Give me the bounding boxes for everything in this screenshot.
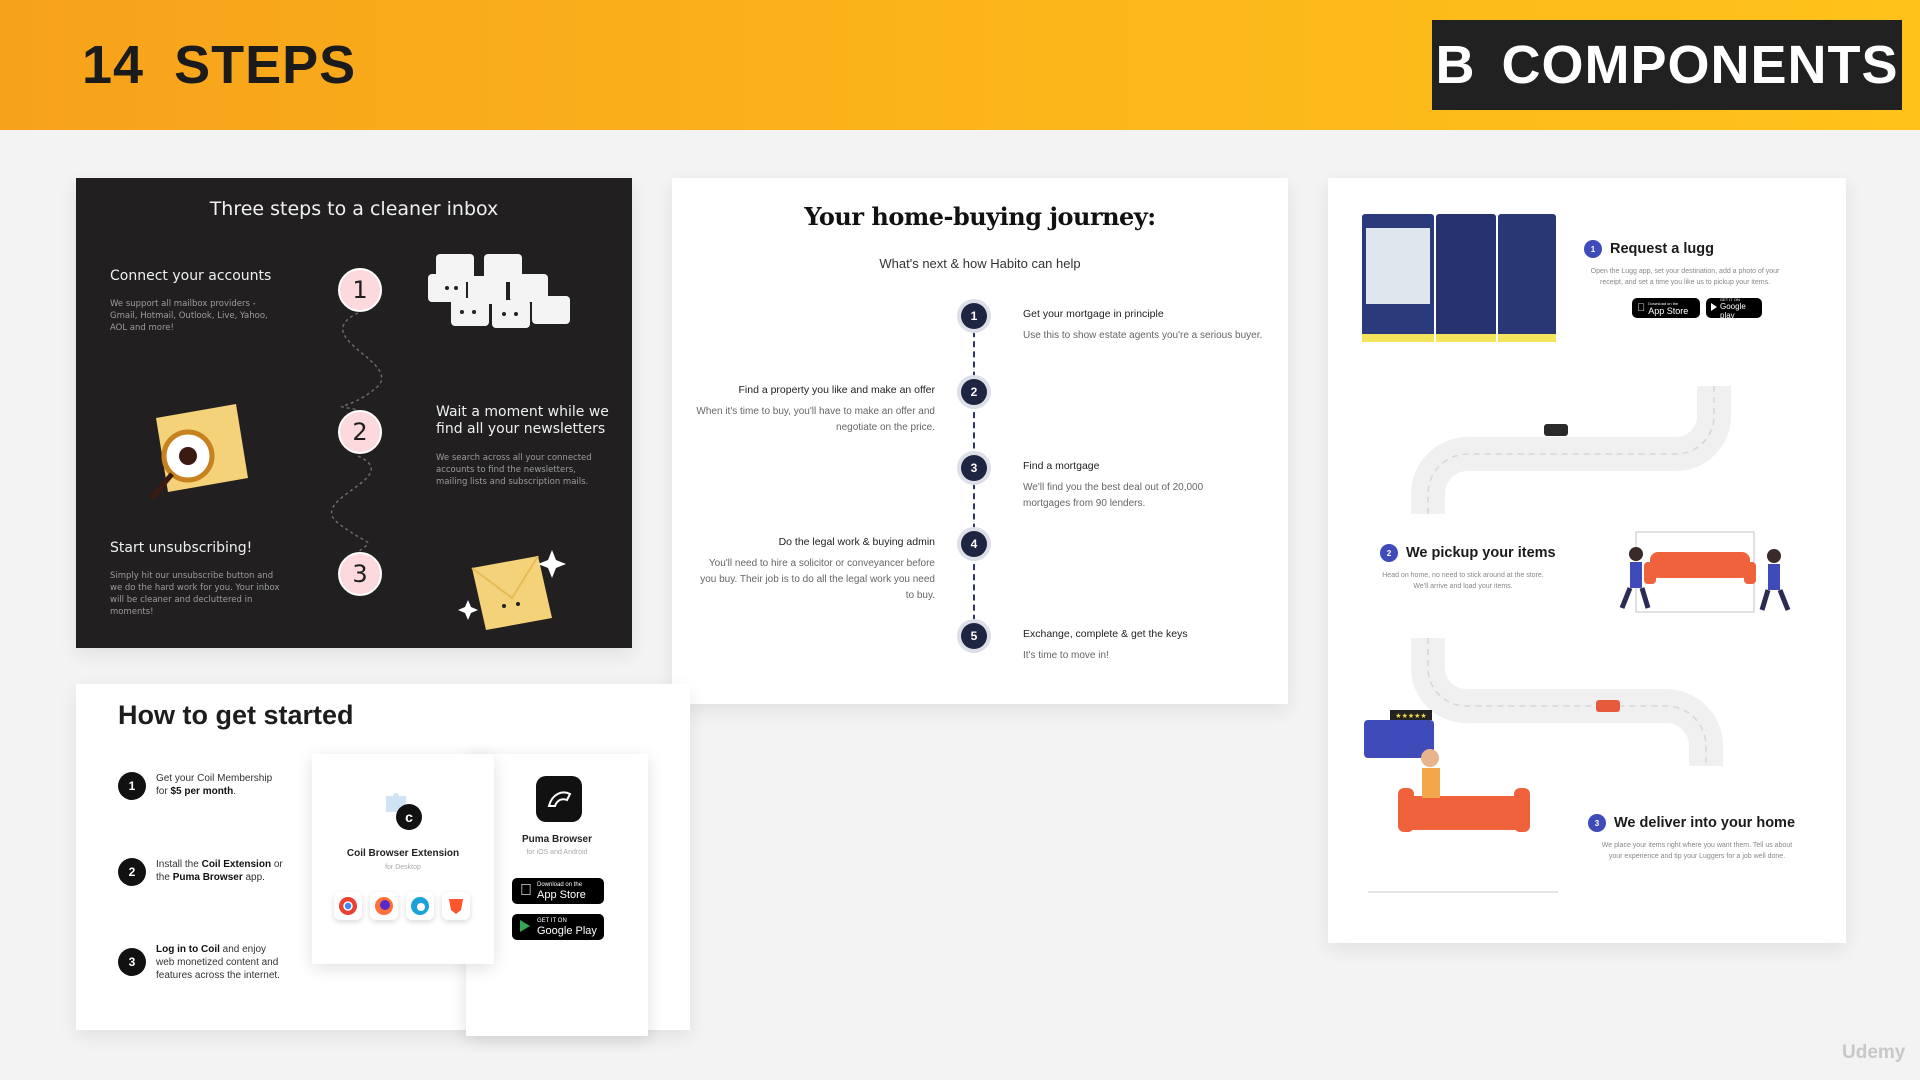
coil-step-1-price: $5 per month — [170, 786, 234, 797]
journey-subtitle: What's next & how Habito can help — [879, 256, 1081, 271]
firefox-icon[interactable] — [370, 892, 398, 920]
brave-icon[interactable] — [442, 892, 470, 920]
coil-step-2-extension: Coil Extension — [201, 859, 272, 870]
section-letter: B — [1435, 35, 1476, 95]
journey-step-3-number: 3 — [961, 455, 987, 481]
inbox-illustrations — [150, 254, 570, 630]
coil-extension-card: c Coil Browser Extension for Desktop — [312, 754, 494, 964]
journey-step-2-title: Find a property you like and make an off… — [738, 384, 935, 396]
dotted-path-1 — [341, 312, 383, 411]
section-label: B COMPONENTS — [1432, 20, 1902, 110]
lugg-steps-card: ★★★★★ 1 Request a lugg Open the Lugg app,… — [1328, 178, 1846, 943]
coil-title: How to get started — [118, 700, 354, 730]
lugg-step-2-title-text: We pickup your items — [1406, 544, 1556, 561]
section-title: COMPONENTS — [1501, 35, 1899, 95]
coil-step-3-number: 3 — [118, 948, 146, 976]
lugg-app-screenshots — [1362, 214, 1556, 342]
coil-step-3-login: Log in to Coil — [156, 944, 220, 955]
google-play-icon — [1710, 302, 1718, 314]
lugg-step-3-number: 3 — [1588, 814, 1606, 832]
movers-sofa-icon — [1619, 531, 1791, 613]
coil-step-1-number: 1 — [118, 772, 146, 800]
journey-step-3-desc: We'll find you the best deal out of 20,0… — [1023, 482, 1204, 509]
coil-step-1-text: Get your Coil Membership for $5 per mont… — [156, 772, 272, 798]
coil-step-3-line2: web monetized content and — [156, 957, 279, 968]
dotted-path-2 — [330, 455, 372, 553]
inbox-steps-card: Three steps to a cleaner inbox Connect y… — [76, 178, 632, 648]
apple-icon:  — [520, 882, 532, 900]
journey-card: Your home-buying journey: What's next & … — [672, 178, 1288, 704]
chrome-icon[interactable] — [334, 892, 362, 920]
lugg-step-1-title: 1 Request a lugg — [1584, 240, 1714, 258]
slide-title-text: STEPS — [174, 35, 357, 95]
journey-step-1-title: Get your mortgage in principle — [1023, 308, 1164, 320]
google-play-label: GET IT ON Google Play — [537, 917, 597, 937]
journey-step-4-desc: You'll need to hire a solicitor or conve… — [700, 558, 935, 601]
journey-step-5-desc: It's time to move in! — [1023, 650, 1109, 661]
journey-step-1-number: 1 — [961, 303, 987, 329]
journey-step-3-title: Find a mortgage — [1023, 460, 1100, 472]
journey-step-2-desc: When it's time to buy, you'll have to ma… — [696, 406, 935, 433]
coil-step-1-line1: Get your Coil Membership — [156, 773, 273, 784]
coil-step-2-post: app. — [242, 872, 265, 883]
journey-step-2-number: 2 — [961, 379, 987, 405]
coil-step-2-text: Install the Coil Extension or the Puma B… — [156, 858, 283, 884]
lugg-step-2-number: 2 — [1380, 544, 1398, 562]
coil-step-1-line2-pre: for — [156, 786, 171, 797]
lugg-step-3-title-text: We deliver into your home — [1614, 814, 1796, 831]
coil-step-3-text: Log in to Coil and enjoy web monetized c… — [156, 943, 280, 982]
puma-google-play-badge[interactable]: GET IT ON Google Play — [512, 914, 604, 940]
magnifier-envelope-icon — [150, 404, 248, 500]
lugg-google-play-label: GET IT ON Google play — [1720, 296, 1746, 320]
delivery-couch-icon: ★★★★★ — [1364, 710, 1558, 893]
puma-symbol-icon — [547, 791, 572, 807]
lugg-step-3-desc: We place your items right where you want… — [1601, 842, 1793, 860]
lugg-step-1-desc: Open the Lugg app, set your destination,… — [1590, 268, 1780, 286]
coil-step-2-puma: Puma Browser — [172, 872, 243, 883]
coil-logo-icon: c — [396, 804, 422, 830]
journey-step-4-number: 4 — [961, 531, 987, 557]
coil-extension-subtitle: for Desktop — [385, 864, 421, 871]
coil-step-3-post: and enjoy — [219, 944, 267, 955]
slide-title: 14 STEPS — [82, 34, 356, 96]
udemy-watermark: Udemy — [1842, 1042, 1906, 1063]
coil-extension-title: Coil Browser Extension — [346, 848, 460, 859]
google-play-icon — [518, 919, 532, 936]
lugg-step-2-title: 2 We pickup your items — [1380, 544, 1556, 562]
journey-title: Your home-buying journey: — [804, 202, 1156, 231]
lugg-app-store-badge[interactable]:  Download on theApp Store — [1632, 298, 1700, 318]
journey-step-5-number: 5 — [961, 623, 987, 649]
puma-app-store-badge[interactable]:  Download on theApp Store — [512, 878, 604, 904]
lugg-step-1-number: 1 — [1584, 240, 1602, 258]
coil-step-2-mid: or — [271, 859, 283, 870]
lugg-google-play-badge[interactable]: GET IT ON Google play — [1706, 296, 1762, 320]
lugg-step-2-desc: Head on home, no need to stick around at… — [1382, 572, 1544, 590]
apple-icon:  — [1637, 302, 1645, 314]
slide-number: 14 — [82, 35, 145, 95]
happy-envelope-icon — [458, 550, 566, 630]
coil-step-3-line3: features across the internet. — [156, 970, 280, 981]
coil-getting-started-card: How to get started 1 Get your Coil Membe… — [76, 684, 690, 1036]
journey-step-4-title: Do the legal work & buying admin — [778, 536, 935, 548]
journey-step-1-desc: Use this to show estate agents you're a … — [1023, 330, 1263, 341]
coil-step-2-number: 2 — [118, 858, 146, 886]
puma-logo-icon — [536, 776, 582, 822]
lugg-app-store-label: Download on the App Store — [1640, 300, 1688, 316]
review-stars: ★★★★★ — [1395, 712, 1426, 720]
coil-step-2-pre: Install the — [156, 859, 202, 870]
lugg-step-3-title: 3 We deliver into your home — [1588, 814, 1795, 832]
coil-step-1-post: . — [233, 786, 237, 797]
coil-step-2-line2-pre: the — [156, 872, 173, 883]
envelope-stack-icon — [428, 254, 570, 328]
app-store-label: Download on the App Store — [525, 881, 586, 901]
timeline-line — [973, 321, 975, 641]
journey-step-5-title: Exchange, complete & get the keys — [1023, 628, 1188, 640]
lugg-step-1-title-text: Request a lugg — [1610, 240, 1714, 257]
edge-icon[interactable] — [406, 892, 434, 920]
